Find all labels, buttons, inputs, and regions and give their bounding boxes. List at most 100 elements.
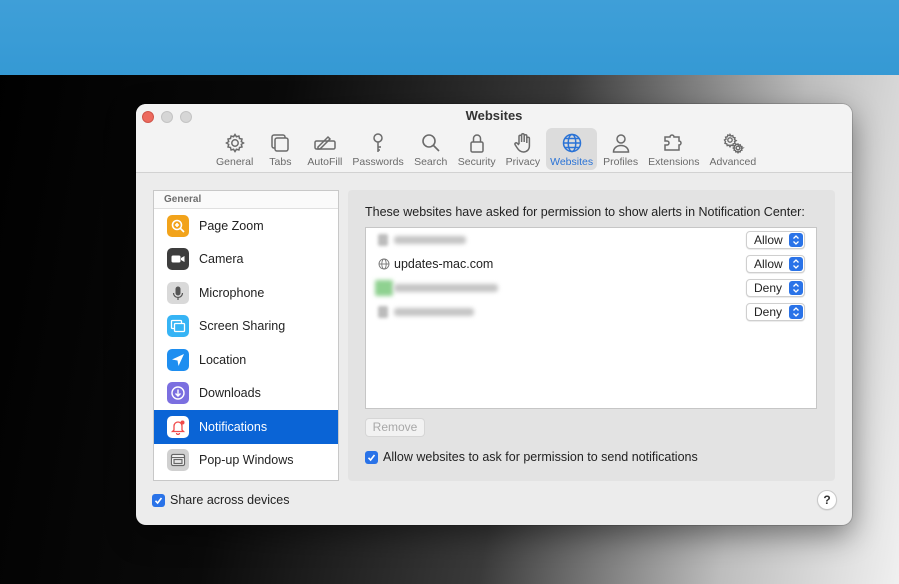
tab-profiles[interactable]: Profiles xyxy=(599,128,642,170)
tab-tabs[interactable]: Tabs xyxy=(259,128,301,170)
toolbar: Websites General Tabs AutoFill Passwords… xyxy=(136,104,852,173)
puzzle-icon xyxy=(664,134,682,151)
microphone-icon xyxy=(167,281,189,304)
tab-extensions[interactable]: Extensions xyxy=(644,128,703,170)
sidebar-item-popup-windows[interactable]: Pop-up Windows xyxy=(154,444,338,478)
popup-windows-icon xyxy=(167,449,189,472)
table-row[interactable]: Deny xyxy=(366,300,816,324)
tab-label: Search xyxy=(414,156,448,168)
remove-button[interactable]: Remove xyxy=(365,418,425,437)
tab-label: Privacy xyxy=(505,156,541,168)
sidebar-item-label: Notifications xyxy=(199,419,268,434)
website-list[interactable]: Allow updates-mac.com Allow Deny Deny xyxy=(365,227,817,409)
sidebar-item-label: Screen Sharing xyxy=(199,319,286,334)
table-row[interactable]: Deny xyxy=(366,276,816,300)
updown-arrows-icon xyxy=(789,257,803,271)
window-title: Websites xyxy=(465,108,523,123)
tab-label: AutoFill xyxy=(307,156,343,168)
sidebar-item-label: Downloads xyxy=(199,386,261,401)
downloads-icon xyxy=(167,382,189,405)
magnifier-icon xyxy=(421,134,440,152)
tab-label: General xyxy=(216,156,254,168)
tab-privacy[interactable]: Privacy xyxy=(502,128,544,170)
tab-label: Extensions xyxy=(648,156,700,168)
website-name: updates-mac.com xyxy=(394,257,494,271)
tab-search[interactable]: Search xyxy=(410,128,452,170)
safari-settings-window: Websites General Tabs AutoFill Passwords… xyxy=(136,104,852,525)
tab-passwords[interactable]: Passwords xyxy=(348,128,407,170)
location-icon xyxy=(167,348,189,371)
sidebar-header: General xyxy=(154,191,338,209)
help-button[interactable]: ? xyxy=(817,490,837,510)
tab-label: Profiles xyxy=(603,156,639,168)
lock-icon xyxy=(469,134,484,153)
sidebar-item-microphone[interactable]: Microphone xyxy=(154,276,338,310)
blurred-website-name xyxy=(394,308,474,316)
tab-label: Websites xyxy=(550,156,594,168)
allow-ask-label: Allow websites to ask for permission to … xyxy=(383,450,698,464)
permission-select[interactable]: Deny xyxy=(746,303,805,321)
sidebar-item-notifications[interactable]: Notifications xyxy=(154,410,338,444)
screen-sharing-icon xyxy=(167,315,189,338)
desktop-background xyxy=(0,0,899,75)
share-across-devices-checkbox[interactable]: Share across devices xyxy=(152,493,290,507)
sidebar-item-downloads[interactable]: Downloads xyxy=(154,377,338,411)
content-area: General Page Zoom Camera Microphone Scre… xyxy=(136,173,852,525)
sidebar-item-label: Page Zoom xyxy=(199,218,264,233)
tab-autofill[interactable]: AutoFill xyxy=(303,128,346,170)
permission-value: Deny xyxy=(754,305,783,319)
sidebar-item-location[interactable]: Location xyxy=(154,343,338,377)
permission-value: Deny xyxy=(754,281,783,295)
website-favicon-icon xyxy=(378,234,388,246)
updown-arrows-icon xyxy=(789,281,803,295)
notifications-icon xyxy=(167,415,189,438)
tab-websites[interactable]: Websites xyxy=(546,128,598,170)
website-favicon-icon xyxy=(378,306,388,318)
table-row[interactable]: updates-mac.com Allow xyxy=(366,252,816,276)
sidebar-item-screen-sharing[interactable]: Screen Sharing xyxy=(154,310,338,344)
blurred-website-name xyxy=(394,284,498,292)
hand-icon xyxy=(514,133,531,153)
allow-ask-checkbox[interactable]: Allow websites to ask for permission to … xyxy=(365,450,698,464)
sidebar-item-camera[interactable]: Camera xyxy=(154,243,338,277)
sidebar-item-label: Pop-up Windows xyxy=(199,453,294,468)
sidebar-item-label: Location xyxy=(199,352,247,367)
globe-icon xyxy=(562,133,581,153)
tabs-icon xyxy=(271,134,290,152)
gears-icon xyxy=(723,132,745,154)
checkmark-icon xyxy=(365,450,378,464)
website-favicon-icon xyxy=(375,280,393,296)
sidebar-item-page-zoom[interactable]: Page Zoom xyxy=(154,209,338,243)
share-label: Share across devices xyxy=(170,493,290,507)
preference-tabs: General Tabs AutoFill Passwords Search S… xyxy=(212,128,760,170)
updown-arrows-icon xyxy=(789,305,803,319)
tab-label: Advanced xyxy=(709,156,757,168)
notifications-panel: These websites have asked for permission… xyxy=(348,190,835,481)
camera-icon xyxy=(167,248,189,271)
tab-security[interactable]: Security xyxy=(454,128,500,170)
checkmark-icon xyxy=(152,493,165,507)
permission-value: Allow xyxy=(754,257,783,271)
key-icon xyxy=(373,133,383,152)
permission-select[interactable]: Deny xyxy=(746,279,805,297)
tab-general[interactable]: General xyxy=(212,128,257,170)
autofill-icon xyxy=(314,135,336,150)
permission-value: Allow xyxy=(754,233,783,247)
sidebar-item-label: Microphone xyxy=(199,285,265,300)
blurred-website-name xyxy=(394,236,466,244)
globe-icon xyxy=(378,258,390,270)
tab-advanced[interactable]: Advanced xyxy=(706,128,761,170)
permission-select[interactable]: Allow xyxy=(746,255,805,273)
sidebar-item-label: Camera xyxy=(199,252,244,267)
gear-icon xyxy=(224,133,245,153)
tab-label: Tabs xyxy=(269,156,292,168)
panel-description: These websites have asked for permission… xyxy=(365,205,805,219)
tab-label: Passwords xyxy=(352,156,404,168)
permission-select[interactable]: Allow xyxy=(746,231,805,249)
websites-sidebar: General Page Zoom Camera Microphone Scre… xyxy=(153,190,339,481)
zoom-icon xyxy=(167,214,189,237)
person-icon xyxy=(612,134,629,153)
table-row[interactable]: Allow xyxy=(366,228,816,252)
updown-arrows-icon xyxy=(789,233,803,247)
tab-label: Security xyxy=(457,156,496,168)
